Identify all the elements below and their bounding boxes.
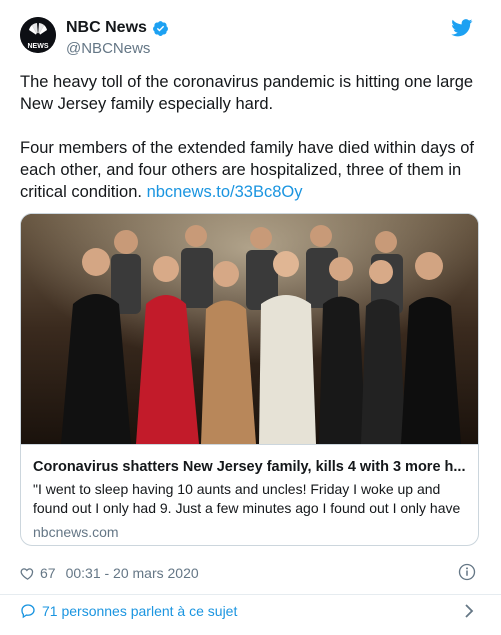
tweet-timestamp[interactable]: 00:31 - 20 mars 2020	[66, 565, 199, 581]
verified-badge-icon	[152, 20, 168, 36]
tweet-paragraph-2: Four members of the extended family have…	[20, 137, 482, 203]
conversation-link[interactable]: 71 personnes parlent à ce sujet	[20, 600, 482, 622]
twitter-bird-icon[interactable]	[451, 19, 473, 37]
footer-divider	[0, 594, 501, 595]
family-photo-image	[21, 214, 478, 444]
card-domain: nbcnews.com	[33, 524, 119, 540]
card-image[interactable]	[21, 214, 478, 444]
tweet-paragraph-1: The heavy toll of the coronavirus pandem…	[20, 73, 474, 113]
speech-bubble-icon	[21, 604, 35, 619]
author-block[interactable]: NBC News @NBCNews	[66, 18, 169, 57]
info-icon[interactable]	[458, 563, 476, 581]
link-card[interactable]: Coronavirus shatters New Jersey family, …	[20, 213, 479, 546]
tweet-meta: 67 00:31 - 20 mars 2020	[20, 563, 482, 583]
avatar-text: NEWS	[28, 43, 49, 50]
tweet-embed: NEWS NBC News @NBCNews The heavy toll of…	[0, 0, 501, 635]
chevron-right-icon[interactable]	[464, 604, 474, 618]
card-title[interactable]: Coronavirus shatters New Jersey family, …	[33, 459, 468, 475]
author-avatar[interactable]: NEWS	[20, 17, 56, 53]
heart-icon[interactable]	[20, 566, 35, 581]
author-display-name[interactable]: NBC News	[66, 19, 147, 37]
card-body[interactable]: Coronavirus shatters New Jersey family, …	[21, 444, 478, 545]
like-count[interactable]: 67	[40, 565, 56, 581]
author-handle[interactable]: @NBCNews	[66, 40, 169, 57]
tweet-link[interactable]: nbcnews.to/33Bc8Oy	[147, 183, 303, 201]
conversation-label[interactable]: 71 personnes parlent à ce sujet	[42, 603, 237, 619]
nbc-peacock-logo-icon: NEWS	[20, 17, 56, 53]
tweet-text: The heavy toll of the coronavirus pandem…	[20, 71, 482, 203]
card-description: "I went to sleep having 10 aunts and unc…	[33, 481, 461, 516]
